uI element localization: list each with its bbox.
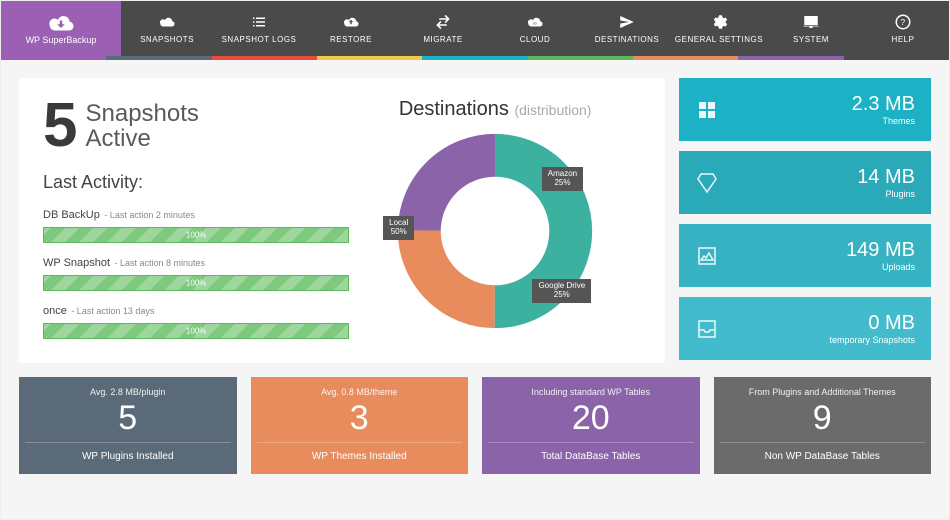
grid-icon: [695, 98, 719, 122]
progress-bar: 100%: [43, 227, 349, 243]
stat-label: Plugins: [857, 189, 915, 199]
snapshots-count: 5: [43, 98, 77, 154]
snapshots-word1: Snapshots: [85, 101, 198, 126]
card-num: 9: [720, 399, 926, 438]
nav-snapshots[interactable]: SNAPSHOTS: [121, 1, 213, 56]
activity-sub: - Last action 2 minutes: [104, 210, 195, 220]
card-avg: From Plugins and Additional Themes: [720, 387, 926, 397]
card-num: 20: [488, 399, 694, 438]
progress-bar: 100%: [43, 275, 349, 291]
stat-label: temporary Snapshots: [829, 335, 915, 345]
card-avg: Avg. 2.8 MB/plugin: [25, 387, 231, 397]
nav-label: SNAPSHOT LOGS: [222, 35, 297, 44]
card-themes-installed[interactable]: Avg. 0.8 MB/theme 3 WP Themes Installed: [251, 377, 469, 474]
nav-general-settings[interactable]: GENERAL SETTINGS: [673, 1, 765, 56]
nav-restore[interactable]: RESTORE: [305, 1, 397, 56]
nav-label: GENERAL SETTINGS: [675, 35, 763, 44]
cloud-icon: [158, 13, 176, 31]
card-plugins-installed[interactable]: Avg. 2.8 MB/plugin 5 WP Plugins Installed: [19, 377, 237, 474]
card-num: 5: [25, 399, 231, 438]
card-label: Non WP DataBase Tables: [720, 442, 926, 462]
stats-column: 2.3 MBThemes 14 MBPlugins 149 MBUploads …: [679, 78, 931, 363]
nav-destinations[interactable]: DESTINATIONS: [581, 1, 673, 56]
nav-label: SNAPSHOTS: [140, 35, 194, 44]
nav-label: CLOUD: [520, 35, 551, 44]
activity-name: DB BackUp: [43, 209, 100, 221]
help-icon: ?: [894, 13, 912, 31]
nav-cloud[interactable]: ∞ CLOUD: [489, 1, 581, 56]
stat-label: Uploads: [846, 262, 915, 272]
destinations-title: Destinations (distribution): [399, 98, 592, 121]
stat-value: 0 MB: [829, 312, 915, 335]
activity-row: DB BackUp - Last action 2 minutes 100%: [43, 205, 349, 243]
nav-label: RESTORE: [330, 35, 372, 44]
progress-bar: 100%: [43, 323, 349, 339]
bottom-cards: Avg. 2.8 MB/plugin5WP Plugins Installed …: [19, 377, 931, 474]
svg-text:?: ?: [901, 18, 906, 27]
card-num: 3: [257, 399, 463, 438]
nav-label: HELP: [892, 35, 915, 44]
activity-row: WP Snapshot - Last action 8 minutes 100%: [43, 253, 349, 291]
snapshots-word2: Active: [85, 126, 198, 151]
stat-plugins[interactable]: 14 MBPlugins: [679, 151, 931, 214]
logo[interactable]: WP SuperBackup: [1, 1, 121, 56]
donut-label-amazon: Amazon25%: [542, 167, 583, 191]
nav-help[interactable]: ? HELP: [857, 1, 949, 56]
nav-label: MIGRATE: [423, 35, 462, 44]
activity-name: once: [43, 305, 67, 317]
snapshots-heading: 5 Snapshots Active: [43, 98, 349, 154]
stat-value: 2.3 MB: [852, 93, 915, 116]
nav-snapshot-logs[interactable]: SNAPSHOT LOGS: [213, 1, 305, 56]
list-icon: [250, 13, 268, 31]
cloud-up-icon: [342, 13, 360, 31]
monitor-icon: [802, 13, 820, 31]
stat-uploads[interactable]: 149 MBUploads: [679, 224, 931, 287]
card-avg: Including standard WP Tables: [488, 387, 694, 397]
top-nav: WP SuperBackup SNAPSHOTS SNAPSHOT LOGS R…: [1, 1, 949, 56]
main-card: 5 Snapshots Active Last Activity: DB Bac…: [19, 78, 665, 363]
cloud-inf-icon: ∞: [526, 13, 544, 31]
card-label: Total DataBase Tables: [488, 442, 694, 462]
donut-label-gdrive: Google Drive25%: [532, 279, 591, 303]
progress-pct: 100%: [186, 326, 206, 335]
card-avg: Avg. 0.8 MB/theme: [257, 387, 463, 397]
nav-migrate[interactable]: MIGRATE: [397, 1, 489, 56]
diamond-icon: [695, 171, 719, 195]
send-icon: [618, 13, 636, 31]
stat-themes[interactable]: 2.3 MBThemes: [679, 78, 931, 141]
progress-pct: 100%: [186, 278, 206, 287]
stat-temp-snapshots[interactable]: 0 MBtemporary Snapshots: [679, 297, 931, 360]
activity-sub: - Last action 13 days: [71, 306, 154, 316]
svg-text:∞: ∞: [533, 21, 537, 27]
nav-system[interactable]: SYSTEM: [765, 1, 857, 56]
donut-chart: Local50% Amazon25% Google Drive25%: [395, 131, 595, 331]
stat-value: 14 MB: [857, 166, 915, 189]
activity-name: WP Snapshot: [43, 257, 110, 269]
nav-label: SYSTEM: [793, 35, 829, 44]
progress-pct: 100%: [186, 230, 206, 239]
card-label: WP Plugins Installed: [25, 442, 231, 462]
gear-icon: [710, 13, 728, 31]
card-nonwp-db-tables[interactable]: From Plugins and Additional Themes 9 Non W…: [714, 377, 932, 474]
card-label: WP Themes Installed: [257, 442, 463, 462]
inbox-icon: [695, 317, 719, 341]
stat-value: 149 MB: [846, 239, 915, 262]
donut-label-local: Local50%: [383, 216, 414, 240]
activity-row: once - Last action 13 days 100%: [43, 301, 349, 339]
card-total-db-tables[interactable]: Including standard WP Tables 20 Total Data…: [482, 377, 700, 474]
image-icon: [695, 244, 719, 268]
brand-text: WP SuperBackup: [26, 35, 97, 45]
last-activity-heading: Last Activity:: [43, 172, 349, 193]
transfer-icon: [434, 13, 452, 31]
cloud-logo-icon: [46, 13, 76, 33]
nav-label: DESTINATIONS: [595, 35, 660, 44]
activity-sub: - Last action 8 minutes: [115, 258, 206, 268]
stat-label: Themes: [852, 116, 915, 126]
